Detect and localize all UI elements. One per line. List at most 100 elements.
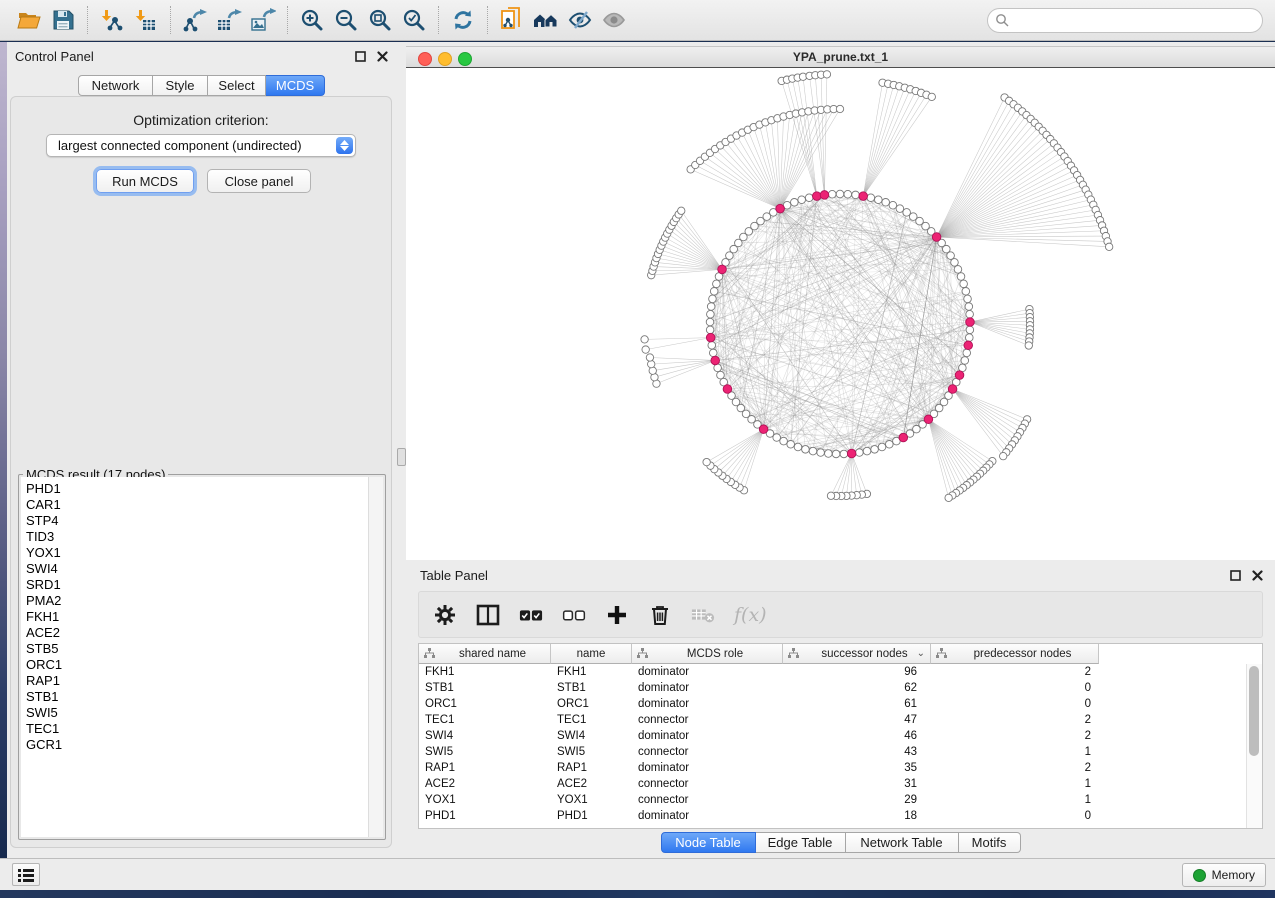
splitter-grip[interactable] [397,448,406,466]
close-panel-icon[interactable] [377,49,388,67]
cell-shared-name: YOX1 [419,792,551,808]
cell-name: ACE2 [551,776,632,792]
network-and-table-area: YPA_prune.txt_1 Table Panel [406,42,1275,858]
clone-network-icon[interactable] [495,4,529,36]
delete-columns-trash-icon[interactable] [648,603,672,627]
mcds-result-item[interactable]: ORC1 [26,657,368,673]
mcds-result-item[interactable]: GCR1 [26,737,368,753]
table-panel: Table Panel [406,560,1275,858]
mcds-result-item[interactable]: PHD1 [26,481,368,497]
mcds-result-item[interactable]: SWI5 [26,705,368,721]
add-column-icon[interactable] [605,603,629,627]
table-row[interactable]: ORC1ORC1dominator610 [419,696,1247,712]
mcds-result-item[interactable]: SWI4 [26,561,368,577]
tab-motifs[interactable]: Motifs [959,832,1021,853]
cell-name: SWI4 [551,728,632,744]
mcds-result-group: MCDS result (17 nodes) PHD1CAR1STP4TID3Y… [18,474,386,840]
deselect-all-checkboxes-icon[interactable] [562,603,586,627]
table-row[interactable]: ACE2ACE2connector311 [419,776,1247,792]
mcds-result-item[interactable]: SRD1 [26,577,368,593]
column-header-shared-name[interactable]: shared name [419,644,551,664]
cell-predecessor-nodes: 2 [931,712,1099,728]
mcds-result-item[interactable]: STB5 [26,641,368,657]
table-row[interactable]: PHD1PHD1dominator180 [419,808,1247,824]
run-mcds-button[interactable]: Run MCDS [96,169,194,193]
memory-button[interactable]: Memory [1182,863,1266,887]
tab-mcds[interactable]: MCDS [266,75,325,96]
export-image-icon[interactable] [246,4,280,36]
hide-selected-eye-icon[interactable] [563,4,597,36]
table-row[interactable]: TEC1TEC1connector472 [419,712,1247,728]
optimization-criterion-select[interactable]: largest connected component (undirected) [46,134,356,157]
mcds-result-item[interactable]: TEC1 [26,721,368,737]
memory-label: Memory [1212,868,1255,882]
mcds-result-item[interactable]: RAP1 [26,673,368,689]
mcds-result-item[interactable]: FKH1 [26,609,368,625]
cell-name: SWI5 [551,744,632,760]
refresh-view-icon[interactable] [446,4,480,36]
close-panel-button[interactable]: Close panel [207,169,311,193]
mcds-result-item[interactable]: PMA2 [26,593,368,609]
export-network-icon[interactable] [178,4,212,36]
column-header-predecessor-nodes[interactable]: predecessor nodes [931,644,1099,664]
column-header-MCDS-role[interactable]: MCDS role [632,644,783,664]
table-row[interactable]: FKH1FKH1dominator962 [419,664,1247,680]
status-task-list-button[interactable] [12,863,40,886]
search-input[interactable] [987,8,1263,33]
close-table-panel-icon[interactable] [1252,568,1263,586]
tab-network[interactable]: Network [78,75,153,96]
cell-successor-nodes: 43 [783,744,931,760]
import-table-icon[interactable] [129,4,163,36]
mcds-list-scrollbar[interactable] [369,477,383,837]
main-toolbar [0,0,1275,41]
toolbar-separator [287,6,288,34]
mcds-result-item[interactable]: ACE2 [26,625,368,641]
zoom-fit-content-icon[interactable] [363,4,397,36]
column-header-name[interactable]: name [551,644,632,664]
cell-shared-name: SWI4 [419,728,551,744]
network-window-titlebar[interactable]: YPA_prune.txt_1 [406,46,1275,68]
tab-node-table[interactable]: Node Table [661,832,756,853]
mcds-result-list[interactable]: PHD1CAR1STP4TID3YOX1SWI4SRD1PMA2FKH1ACE2… [21,477,369,837]
show-columns-icon[interactable] [476,603,500,627]
table-row[interactable]: YOX1YOX1connector291 [419,792,1247,808]
show-all-eye-icon[interactable] [597,4,631,36]
control-panel-title: Control Panel [15,49,94,64]
mcds-tab-content: Optimization criterion: largest connecte… [10,96,392,848]
export-table-icon[interactable] [212,4,246,36]
mcds-result-item[interactable]: STP4 [26,513,368,529]
zoom-selected-icon[interactable] [397,4,431,36]
group-nodes-icon[interactable] [529,4,563,36]
cell-predecessor-nodes: 2 [931,664,1099,680]
mcds-result-item[interactable]: STB1 [26,689,368,705]
mcds-result-item[interactable]: YOX1 [26,545,368,561]
float-panel-icon[interactable] [355,49,366,67]
open-file-icon[interactable] [12,4,46,36]
import-network-icon[interactable] [95,4,129,36]
table-row[interactable]: SWI4SWI4dominator462 [419,728,1247,744]
delete-table-icon[interactable] [691,603,715,627]
mcds-result-item[interactable]: CAR1 [26,497,368,513]
mcds-result-item[interactable]: TID3 [26,529,368,545]
tab-style[interactable]: Style [153,75,208,96]
select-all-checkboxes-icon[interactable] [519,603,543,627]
table-row[interactable]: RAP1RAP1dominator352 [419,760,1247,776]
toolbar-separator [438,6,439,34]
table-vertical-scrollbar[interactable] [1246,664,1262,828]
tab-edge-table[interactable]: Edge Table [756,832,846,853]
zoom-in-icon[interactable] [295,4,329,36]
zoom-out-icon[interactable] [329,4,363,36]
table-row[interactable]: SWI5SWI5connector431 [419,744,1247,760]
selected-criterion-value: largest connected component (undirected) [47,138,302,153]
float-table-panel-icon[interactable] [1230,568,1241,586]
tab-network-table[interactable]: Network Table [846,832,959,853]
network-view-canvas[interactable] [406,68,1275,560]
save-session-icon[interactable] [46,4,80,36]
table-scrollbar-thumb[interactable] [1249,666,1259,756]
table-row[interactable]: STB1STB1dominator620 [419,680,1247,696]
network-graph[interactable] [406,68,1275,560]
table-settings-gear-icon[interactable] [433,603,457,627]
column-header-successor-nodes[interactable]: successor nodes⌄ [783,644,931,664]
cell-MCDS-role: connector [632,712,783,728]
tab-select[interactable]: Select [208,75,266,96]
